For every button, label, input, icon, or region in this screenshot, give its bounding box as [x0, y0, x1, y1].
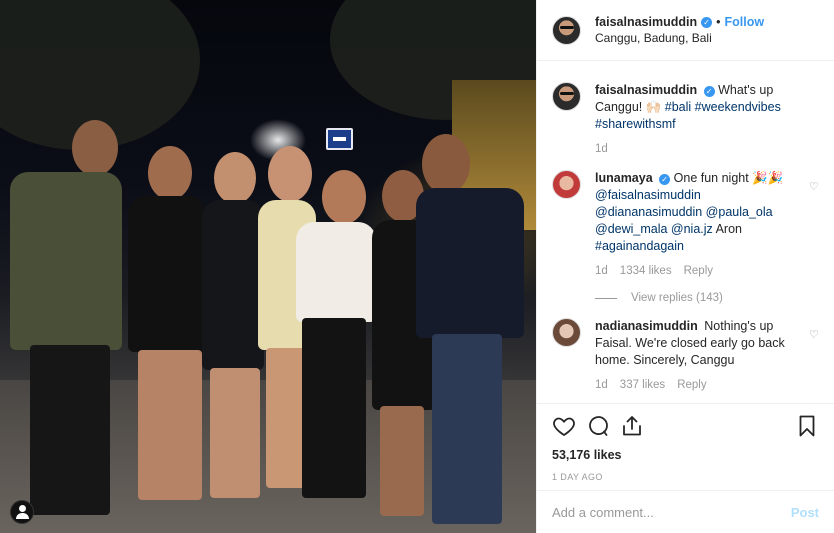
comment-hashtag[interactable]: #againandagain — [595, 239, 684, 253]
comment-text: One fun night 🎉🎉 — [673, 171, 784, 185]
post-header: faisalnasimuddin ✓ • Follow Canggu, Badu… — [537, 0, 834, 61]
post-sidebar: faisalnasimuddin ✓ • Follow Canggu, Badu… — [536, 0, 834, 533]
header-text: faisalnasimuddin ✓ • Follow Canggu, Badu… — [595, 14, 764, 46]
follow-button[interactable]: Follow — [725, 14, 765, 30]
add-comment-input[interactable] — [552, 504, 791, 520]
like-heart-icon[interactable] — [552, 414, 576, 438]
share-icon[interactable] — [620, 414, 644, 438]
comment-text-suffix: Aron — [712, 222, 742, 236]
verified-badge-icon: ✓ — [701, 16, 713, 28]
replies-line — [595, 297, 617, 299]
comment-time[interactable]: 1d — [595, 263, 608, 280]
post-location[interactable]: Canggu, Badung, Bali — [595, 30, 764, 46]
comment-item: lunamaya ✓ One fun night 🎉🎉 @faisalnasim… — [552, 170, 819, 280]
comment-likes[interactable]: 337 likes — [620, 377, 665, 394]
reply-button[interactable]: Reply — [677, 377, 706, 394]
bookmark-save-icon[interactable] — [795, 414, 819, 438]
view-replies-label: View replies (143) — [631, 292, 723, 304]
author-username[interactable]: faisalnasimuddin — [595, 14, 697, 30]
verified-badge-icon: ✓ — [659, 174, 671, 185]
street-sign — [326, 128, 353, 150]
comment-like-heart-icon[interactable]: ♡ — [809, 182, 819, 193]
post-comment-button[interactable]: Post — [791, 505, 819, 520]
caption: faisalnasimuddin ✓ What's up Canggu! 🙌🏻 … — [552, 82, 819, 158]
post-actions: 53,176 likes 1 DAY AGO — [537, 403, 834, 482]
separator-dot: • — [716, 15, 721, 29]
comment-time[interactable]: 1d — [595, 377, 608, 394]
reply-button[interactable]: Reply — [684, 263, 713, 280]
tagged-users-icon[interactable] — [10, 500, 34, 524]
comment-like-heart-icon[interactable]: ♡ — [809, 330, 819, 341]
commenter-avatar[interactable] — [552, 318, 581, 347]
comments-section[interactable]: faisalnasimuddin ✓ What's up Canggu! 🙌🏻 … — [537, 62, 834, 402]
comment-username[interactable]: lunamaya — [595, 171, 653, 185]
view-replies-button[interactable]: View replies (143) — [595, 292, 819, 304]
add-comment-bar: Post — [537, 490, 834, 533]
post-photo[interactable] — [0, 0, 536, 533]
comment-username[interactable]: nadianasimuddin — [595, 319, 698, 333]
commenter-avatar[interactable] — [552, 170, 581, 199]
caption-author-avatar[interactable] — [552, 82, 581, 111]
caption-time[interactable]: 1d — [595, 141, 608, 158]
verified-badge-icon: ✓ — [703, 86, 715, 97]
caption-username[interactable]: faisalnasimuddin — [595, 83, 697, 97]
instagram-post: faisalnasimuddin ✓ • Follow Canggu, Badu… — [0, 0, 834, 533]
comment-likes[interactable]: 1334 likes — [620, 263, 672, 280]
comment-bubble-icon[interactable] — [586, 414, 610, 438]
posted-time[interactable]: 1 DAY AGO — [552, 472, 819, 482]
author-avatar[interactable] — [552, 15, 581, 45]
comment-mentions[interactable]: @faisalnasimuddin @diananasimuddin @paul… — [595, 188, 773, 236]
comment-item: nadianasimuddin Nothing's up Faisal. We'… — [552, 318, 819, 394]
likes-count[interactable]: 53,176 likes — [552, 448, 819, 462]
